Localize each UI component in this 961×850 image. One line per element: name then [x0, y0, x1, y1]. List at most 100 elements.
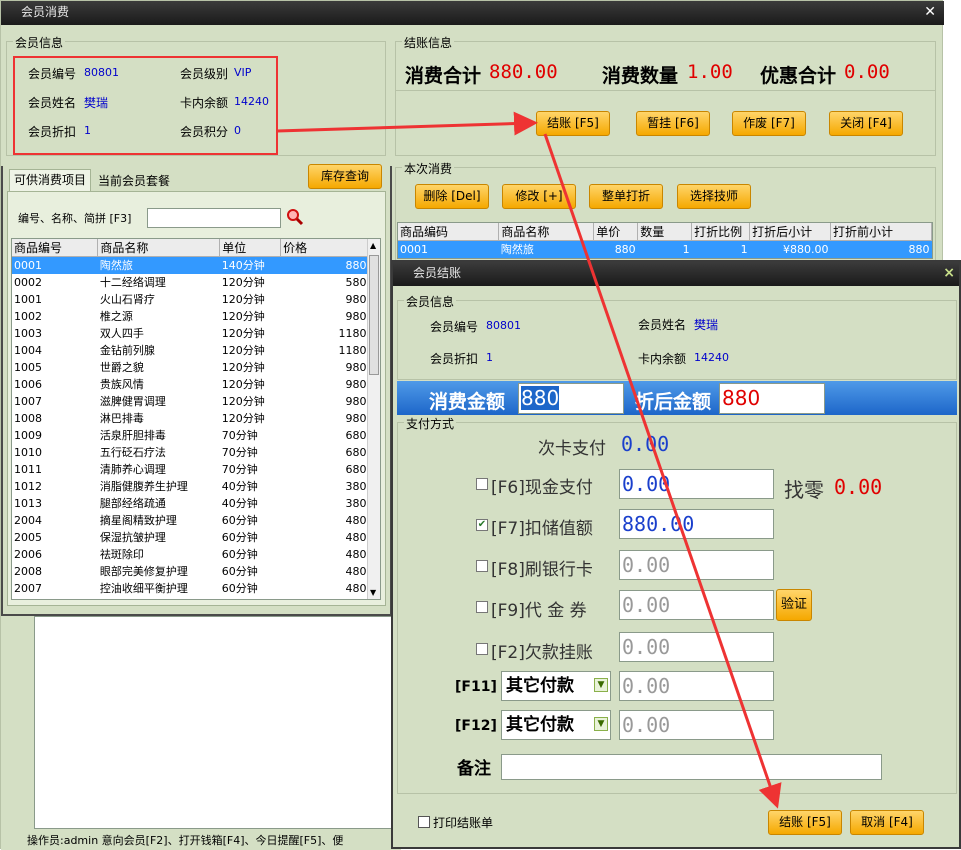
f11-select[interactable]: 其它付款 ▼	[501, 671, 611, 701]
cell-ratio: 1	[691, 240, 750, 258]
table-row[interactable]: 0001 陶然旅 140分钟 880	[12, 256, 369, 274]
cell-code: 1004	[14, 343, 42, 357]
col-discount-ratio[interactable]: 打折比例	[691, 223, 751, 241]
consumption-row[interactable]: 0001 陶然旅 880 1 1 ¥880.00 880	[398, 240, 932, 258]
stored-field[interactable]: 880.00	[619, 509, 774, 539]
f12-field[interactable]: 0.00	[619, 710, 774, 740]
table-row[interactable]: 1006 贵族风情 120分钟 980	[12, 376, 369, 393]
print-checkbox[interactable]	[418, 816, 430, 828]
delete-button[interactable]: 删除 [Del]	[415, 184, 489, 209]
void-button[interactable]: 作废 [F7]	[732, 111, 806, 136]
empty-area	[34, 616, 394, 829]
after-discount-value: 880	[722, 386, 761, 410]
whole-discount-button[interactable]: 整单打折	[589, 184, 663, 209]
table-row[interactable]: 2008 眼部完美修复护理 60分钟 480	[12, 563, 369, 580]
col-qty[interactable]: 数量	[637, 223, 693, 241]
dialog-checkout-button[interactable]: 结账 [F5]	[768, 810, 842, 835]
table-row[interactable]: 1004 金钻前列腺 120分钟 1180	[12, 342, 369, 359]
cell-code: 0001	[12, 256, 98, 274]
member-name-value: 樊瑞	[84, 96, 109, 110]
f12-label: [F12]	[455, 718, 497, 734]
f11-field[interactable]: 0.00	[619, 671, 774, 701]
member-id-value: 80801	[84, 66, 119, 79]
bank-checkbox[interactable]	[476, 560, 488, 572]
modify-button[interactable]: 修改 [+]	[502, 184, 576, 209]
tab-member-packages[interactable]: 当前会员套餐	[93, 171, 175, 191]
cell-code: 2008	[14, 564, 42, 578]
amount-field[interactable]: 880	[518, 383, 624, 414]
table-row[interactable]: 1008 淋巴排毒 120分钟 980	[12, 410, 369, 427]
total-value: 880.00	[489, 61, 558, 83]
bank-field[interactable]: 0.00	[619, 550, 774, 580]
stock-query-button[interactable]: 库存查询	[308, 164, 382, 189]
dlg-member-name-label: 会员姓名	[638, 318, 687, 332]
credit-checkbox[interactable]	[476, 643, 488, 655]
table-row[interactable]: 1009 活泉肝胆排毒 70分钟 680	[12, 427, 369, 444]
dialog-cancel-button[interactable]: 取消 [F4]	[850, 810, 924, 835]
col-unit-price[interactable]: 单价	[593, 223, 639, 241]
col-unit[interactable]: 单位	[219, 239, 282, 257]
product-scrollbar[interactable]: ▲ ▼	[367, 239, 380, 599]
cell-unit: 120分钟	[221, 293, 265, 306]
credit-field[interactable]: 0.00	[619, 632, 774, 662]
after-discount-field[interactable]: 880	[719, 383, 825, 414]
close-icon[interactable]: ✕	[924, 1, 936, 23]
voucher-checkbox[interactable]	[476, 601, 488, 613]
checkout-button[interactable]: 结账 [F5]	[536, 111, 610, 136]
search-input[interactable]	[147, 208, 281, 228]
cell-unit: 120分钟	[221, 395, 265, 408]
col-after-discount[interactable]: 打折后小计	[749, 223, 832, 241]
checkout-info-legend: 结账信息	[402, 34, 455, 51]
main-title-bar: 会员消费 ✕	[1, 1, 944, 25]
col-before-discount[interactable]: 打折前小计	[830, 223, 932, 241]
col-price[interactable]: 价格	[280, 239, 369, 257]
member-points-label: 会员积分	[180, 125, 229, 139]
table-row[interactable]: 1013 腿部经络疏通 40分钟 380	[12, 495, 369, 512]
f12-select[interactable]: 其它付款 ▼	[501, 710, 611, 740]
table-row[interactable]: 2007 控油收细平衡护理 60分钟 480	[12, 580, 369, 597]
col-item-name[interactable]: 商品名称	[498, 223, 595, 241]
cell-name: 十二经络调理	[99, 276, 166, 289]
col-name[interactable]: 商品名称	[97, 239, 221, 257]
cell-code: 2004	[14, 513, 42, 527]
stored-checkbox[interactable]: ✔	[476, 519, 488, 531]
cell-price: 480	[345, 530, 367, 544]
table-row[interactable]: 1001 火山石肾疗 120分钟 980	[12, 291, 369, 308]
dialog-close-icon[interactable]: ×	[943, 262, 955, 284]
credit-label: [F2]欠款挂账	[491, 643, 593, 663]
table-row[interactable]: 2006 祛斑除印 60分钟 480	[12, 546, 369, 563]
col-item-code[interactable]: 商品编码	[398, 223, 500, 241]
voucher-field[interactable]: 0.00	[619, 590, 774, 620]
f11-select-value: 其它付款	[506, 676, 574, 696]
cell-price: 580	[345, 275, 367, 289]
choose-tech-button[interactable]: 选择技师	[677, 184, 751, 209]
close-button[interactable]: 关闭 [F4]	[829, 111, 903, 136]
card-times-label: 次卡支付	[538, 439, 606, 459]
table-row[interactable]: 1003 双人四手 120分钟 1180	[12, 325, 369, 342]
table-row[interactable]: 1010 五行砭石疗法 70分钟 680	[12, 444, 369, 461]
table-row[interactable]: 1011 清肺养心调理 70分钟 680	[12, 461, 369, 478]
col-code[interactable]: 商品编号	[12, 239, 99, 257]
member-level-value: VIP	[234, 66, 252, 79]
verify-button[interactable]: 验证	[776, 589, 812, 621]
table-row[interactable]: 1005 世爵之貌 120分钟 980	[12, 359, 369, 376]
hold-button[interactable]: 暂挂 [F6]	[636, 111, 710, 136]
search-icon[interactable]	[286, 208, 304, 226]
table-row[interactable]: 2005 保湿抗皱护理 60分钟 480	[12, 529, 369, 546]
cell-name: 椎之源	[99, 310, 133, 323]
table-row[interactable]: 1007 滋脾健胃调理 120分钟 980	[12, 393, 369, 410]
cell-name: 腿部经络疏通	[99, 497, 166, 510]
table-row[interactable]: 2004 摘星阁精致护理 60分钟 480	[12, 512, 369, 529]
tab-available-items-label: 可供消费项目	[13, 173, 86, 187]
table-row[interactable]: 0002 十二经络调理 120分钟 580	[12, 274, 369, 291]
remark-field[interactable]	[501, 754, 882, 780]
cell-code: 0001	[398, 240, 499, 258]
cash-checkbox[interactable]	[476, 478, 488, 490]
table-row[interactable]: 1012 消脂健腹养生护理 40分钟 380	[12, 478, 369, 495]
member-name-label: 会员姓名	[28, 96, 77, 110]
cash-field[interactable]: 0.00	[619, 469, 774, 499]
qty-label: 消费数量	[602, 65, 679, 87]
table-row[interactable]: 1002 椎之源 120分钟 980	[12, 308, 369, 325]
tab-available-items[interactable]: 可供消费项目	[9, 169, 91, 191]
consumption-table-wrap: 商品编码 商品名称 单价 数量 打折比例 打折后小计 打折前小计 0001 陶然…	[397, 222, 933, 259]
